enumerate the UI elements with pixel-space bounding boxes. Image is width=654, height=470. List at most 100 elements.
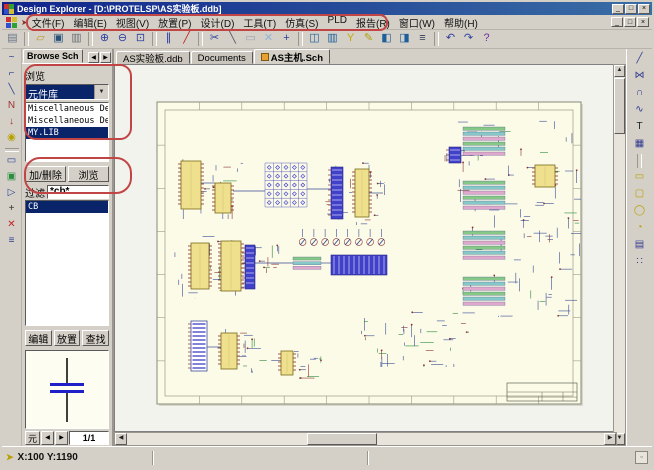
ellipse-icon[interactable]: ◯: [631, 204, 649, 219]
junction-icon[interactable]: +: [3, 202, 20, 217]
schematic-block[interactable]: [331, 255, 387, 275]
library-list-item[interactable]: MY.LIB: [26, 127, 108, 139]
vertical-scrollbar[interactable]: ▲ ▼: [613, 64, 626, 446]
redo-icon[interactable]: ↷: [460, 31, 477, 47]
help-icon[interactable]: ?: [478, 31, 495, 47]
line-icon[interactable]: ╲: [224, 31, 241, 47]
add-remove-button[interactable]: 加/删除: [25, 166, 66, 182]
probe-icon[interactable]: Y: [342, 31, 359, 47]
open-folder-icon[interactable]: ▱: [32, 31, 49, 47]
zoom-out-icon[interactable]: ⊖: [114, 31, 131, 47]
edit-button[interactable]: 编辑: [25, 330, 52, 346]
scroll-left-button[interactable]: ◀: [115, 433, 127, 445]
document-tab[interactable]: AS实验板.ddb: [116, 51, 190, 64]
part-icon[interactable]: ◉: [3, 131, 20, 146]
menu-item[interactable]: 工具(T): [243, 15, 276, 30]
library-list-item[interactable]: Miscellaneous De: [26, 115, 108, 127]
schematic-block[interactable]: [278, 351, 296, 375]
place-button[interactable]: 放置: [54, 330, 81, 346]
menu-item[interactable]: 视图(V): [116, 15, 149, 30]
no-erc-icon[interactable]: ✕: [3, 218, 20, 233]
bezier-icon[interactable]: ∿: [631, 103, 649, 118]
bus-entry-icon[interactable]: ⌐: [3, 67, 20, 82]
parts-icon[interactable]: ∥: [160, 31, 177, 47]
browse-library-icon[interactable]: ◫: [306, 31, 323, 47]
schematic-canvas[interactable]: [114, 64, 617, 432]
round-rectangle-icon[interactable]: ▢: [631, 187, 649, 202]
child-minimize-button[interactable]: _: [611, 17, 623, 27]
child-restore-button[interactable]: □: [624, 17, 636, 27]
menu-item[interactable]: 仿真(S): [285, 15, 318, 30]
wire-icon[interactable]: ╱: [178, 31, 195, 47]
panel-scroll-left-button[interactable]: ◀: [88, 52, 99, 63]
horizontal-scroll-thumb[interactable]: [307, 433, 377, 445]
menu-item[interactable]: 编辑(E): [73, 15, 106, 30]
schematic-block[interactable]: [293, 257, 321, 269]
cutter-icon[interactable]: ✂: [206, 31, 223, 47]
power-port-icon[interactable]: ↓: [3, 115, 20, 130]
schematic-block[interactable]: [188, 243, 212, 289]
text-frame-icon[interactable]: ▦: [631, 137, 649, 152]
child-close-button[interactable]: ×: [637, 17, 649, 27]
crosshair-icon[interactable]: +: [278, 31, 295, 47]
zoom-in-icon[interactable]: ⊕: [96, 31, 113, 47]
panel-scroll-right-button[interactable]: ▶: [100, 52, 111, 63]
document-tab[interactable]: AS主机.Sch: [254, 49, 330, 64]
library-list-icon[interactable]: ▥: [324, 31, 341, 47]
find-button[interactable]: 查找: [82, 330, 109, 346]
schematic-block[interactable]: [212, 183, 234, 213]
schematic-block[interactable]: [532, 165, 558, 187]
restore-button[interactable]: □: [625, 4, 637, 14]
menu-item[interactable]: 窗口(W): [399, 15, 435, 30]
bus-icon[interactable]: ╲: [3, 83, 20, 98]
library-list-item[interactable]: Miscellaneous De: [26, 103, 108, 115]
part-button[interactable]: 元: [25, 431, 40, 445]
schematic-block[interactable]: [352, 169, 372, 217]
polygon-icon[interactable]: ⋈: [631, 69, 649, 84]
schematic-block[interactable]: [218, 241, 244, 291]
array-paste-icon[interactable]: ∷: [631, 255, 649, 270]
directive-icon[interactable]: ≡: [3, 234, 20, 249]
move-icon[interactable]: ✕: [260, 31, 277, 47]
menu-item[interactable]: PLD: [328, 15, 347, 30]
pencil-icon[interactable]: ✎: [360, 31, 377, 47]
line-tool-icon[interactable]: ╱: [631, 52, 649, 67]
vertical-scroll-thumb[interactable]: [614, 78, 625, 134]
schematic-block[interactable]: [218, 333, 240, 369]
undo-icon[interactable]: ↶: [442, 31, 459, 47]
port-icon[interactable]: ▷: [3, 186, 20, 201]
menu-item[interactable]: 帮助(H): [444, 15, 478, 30]
menu-item[interactable]: 文件(F): [32, 15, 65, 30]
filter-input[interactable]: *cb*: [47, 185, 109, 199]
zoom-area-icon[interactable]: ⊡: [132, 31, 149, 47]
schematic-sheet[interactable]: [115, 65, 617, 432]
menu-item[interactable]: 报告(R): [356, 15, 390, 30]
save-icon[interactable]: ▣: [50, 31, 67, 47]
books-icon[interactable]: ◧: [378, 31, 395, 47]
next-part-button[interactable]: ▶: [55, 431, 68, 445]
select-document-icon[interactable]: ▤: [4, 31, 21, 47]
prev-part-button[interactable]: ◀: [41, 431, 54, 445]
close-button[interactable]: ×: [638, 4, 650, 14]
document-tab[interactable]: Documents: [191, 51, 253, 64]
component-list-item[interactable]: CB: [26, 201, 108, 213]
sheet-entry-icon[interactable]: ▣: [3, 170, 20, 185]
scroll-right-button[interactable]: ▶: [604, 433, 616, 445]
browse-sch-tab[interactable]: Browse Sch: [23, 49, 83, 63]
annotate-icon[interactable]: ≡: [414, 31, 431, 47]
menu-item[interactable]: 放置(P): [158, 15, 191, 30]
menu-item[interactable]: 设计(D): [201, 15, 235, 30]
browse-button[interactable]: 浏览: [68, 166, 109, 182]
arc-icon[interactable]: ∩: [631, 86, 649, 101]
graph-icon[interactable]: ▤: [631, 238, 649, 253]
dropdown-arrow-icon[interactable]: ▼: [94, 85, 108, 99]
scroll-up-button[interactable]: ▲: [614, 65, 625, 77]
schematic-block[interactable]: [178, 161, 204, 209]
text-icon[interactable]: T: [631, 120, 649, 135]
minimize-button[interactable]: _: [612, 4, 624, 14]
rectangle-icon[interactable]: ▭: [631, 170, 649, 185]
net-label-icon[interactable]: N: [3, 99, 20, 114]
pie-icon[interactable]: ◔: [631, 221, 649, 236]
horizontal-scrollbar[interactable]: ◀ ▶: [114, 432, 617, 446]
library-type-dropdown[interactable]: 元件库 ▼: [25, 84, 109, 100]
